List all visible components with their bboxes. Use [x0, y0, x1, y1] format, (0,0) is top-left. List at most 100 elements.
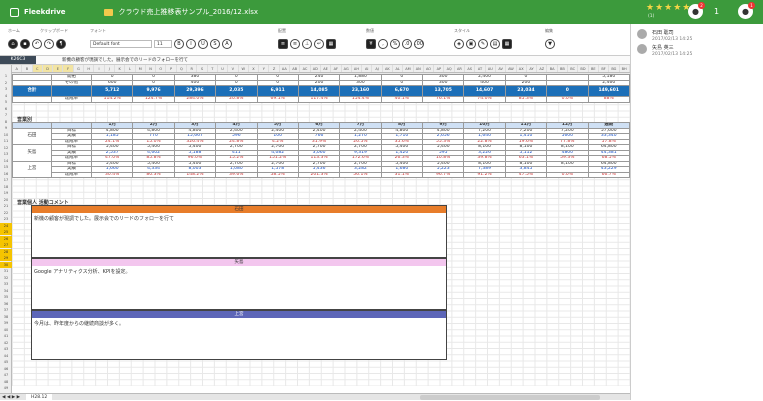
- table-cell[interactable]: 達成率: [50, 96, 93, 103]
- column-header[interactable]: T: [208, 65, 218, 72]
- row-header[interactable]: 2: [0, 80, 12, 86]
- row-header[interactable]: 18: [0, 184, 12, 190]
- row-header[interactable]: 1: [0, 73, 12, 79]
- column-header[interactable]: C: [32, 65, 43, 72]
- pen-icon[interactable]: ✎: [478, 38, 488, 49]
- column-header[interactable]: AH: [352, 65, 363, 72]
- table-cell[interactable]: 58.5%: [256, 171, 299, 178]
- column-header[interactable]: BB: [558, 65, 569, 72]
- column-header[interactable]: O: [156, 65, 167, 72]
- table-cell[interactable]: 80.3%: [132, 171, 175, 178]
- row-header[interactable]: 30: [0, 261, 12, 268]
- comment-box-yajima[interactable]: 矢島 Google アナリティクス分析、KPIを設定。: [31, 258, 447, 310]
- table-cell[interactable]: 154.4%: [339, 96, 382, 103]
- wrap-icon[interactable]: ↵: [314, 38, 324, 49]
- paint-format-icon[interactable]: ¶: [56, 38, 66, 49]
- row-header[interactable]: 10: [0, 132, 12, 138]
- row-header[interactable]: 4: [0, 93, 12, 99]
- table-cell[interactable]: [50, 85, 93, 97]
- row-header[interactable]: 6: [0, 106, 12, 112]
- table-cell[interactable]: 23,034: [504, 85, 548, 97]
- bold-icon[interactable]: B: [174, 38, 184, 49]
- row-header[interactable]: 38: [0, 314, 12, 320]
- row-header[interactable]: 44: [0, 353, 12, 359]
- table-cell[interactable]: 合計: [12, 85, 52, 97]
- column-header[interactable]: BE: [589, 65, 599, 72]
- column-header[interactable]: U: [218, 65, 229, 72]
- cell-style-icon[interactable]: ▦: [502, 38, 512, 49]
- table-cell[interactable]: 85.3%: [504, 96, 548, 103]
- decimal-icon[interactable]: .0: [402, 38, 412, 49]
- column-header[interactable]: AP: [434, 65, 445, 72]
- strike-icon[interactable]: S: [210, 38, 220, 49]
- column-header[interactable]: AD: [311, 65, 321, 72]
- table-cell[interactable]: 40.1%: [380, 96, 424, 103]
- table-cell[interactable]: 148.2%: [173, 171, 217, 178]
- column-header[interactable]: K: [115, 65, 126, 72]
- table-cell[interactable]: 13,705: [421, 85, 465, 97]
- row-header[interactable]: 47: [0, 372, 12, 378]
- column-header[interactable]: BC: [568, 65, 579, 72]
- column-header[interactable]: BD: [578, 65, 589, 72]
- column-header[interactable]: AL: [393, 65, 404, 72]
- side-comment[interactable]: 石田 聡司 2017/02/13 14:25: [637, 29, 692, 42]
- row-header[interactable]: 3: [0, 86, 12, 92]
- row-header[interactable]: 35: [0, 294, 12, 300]
- column-header[interactable]: AM: [403, 65, 414, 72]
- table-cell[interactable]: 達成率: [50, 171, 93, 178]
- table-cell[interactable]: 91.2%: [463, 171, 506, 178]
- column-header[interactable]: AE: [321, 65, 332, 72]
- cell-reference[interactable]: K26C3: [0, 56, 36, 64]
- column-header[interactable]: P: [166, 65, 177, 72]
- person-name[interactable]: 矢島: [12, 144, 52, 162]
- row-header[interactable]: 16: [0, 171, 12, 177]
- column-header[interactable]: J: [105, 65, 115, 72]
- column-header[interactable]: AU: [486, 65, 496, 72]
- row-header[interactable]: 42: [0, 340, 12, 346]
- table-cell[interactable]: 6,670: [380, 85, 424, 97]
- row-header[interactable]: 25: [0, 229, 12, 235]
- currency-icon[interactable]: ¥: [366, 38, 376, 49]
- row-header[interactable]: 7: [0, 112, 12, 118]
- column-header[interactable]: AZ: [537, 65, 548, 72]
- column-header[interactable]: AY: [527, 65, 538, 72]
- column-header[interactable]: I: [94, 65, 105, 72]
- table-cell[interactable]: 14,085: [297, 85, 341, 97]
- row-header[interactable]: 21: [0, 203, 12, 209]
- save-icon[interactable]: ▪: [20, 38, 30, 49]
- undo-icon[interactable]: ↶: [32, 38, 42, 49]
- column-header[interactable]: AI: [362, 65, 373, 72]
- table-cell[interactable]: 69.1%: [256, 96, 299, 103]
- person-name[interactable]: 上宮: [12, 160, 52, 178]
- column-header[interactable]: AJ: [372, 65, 383, 72]
- column-header[interactable]: AA: [280, 65, 291, 72]
- column-header[interactable]: M: [136, 65, 146, 72]
- comma-icon[interactable]: ,: [378, 38, 388, 49]
- column-header[interactable]: AX: [517, 65, 527, 72]
- underline-icon[interactable]: U: [198, 38, 208, 49]
- column-header[interactable]: G: [74, 65, 85, 72]
- column-header[interactable]: F: [63, 65, 74, 72]
- column-header[interactable]: AT: [475, 65, 486, 72]
- comment-box-uemiya[interactable]: 上宮 今月は、昨年度からの継続商談が多く。: [31, 310, 447, 360]
- column-header[interactable]: AC: [300, 65, 311, 72]
- row-header[interactable]: 34: [0, 288, 12, 294]
- row-header[interactable]: 43: [0, 346, 12, 352]
- column-header[interactable]: W: [239, 65, 249, 72]
- table-cell[interactable]: 20.8%: [215, 96, 258, 103]
- row-header[interactable]: 49: [0, 385, 12, 391]
- column-header[interactable]: AK: [383, 65, 393, 72]
- column-header[interactable]: AR: [455, 65, 466, 72]
- column-header[interactable]: V: [228, 65, 239, 72]
- table-cell[interactable]: 114.2%: [90, 96, 134, 103]
- table-cell[interactable]: 47.5%: [504, 171, 548, 178]
- fill-color-icon[interactable]: ◈: [454, 38, 464, 49]
- formula-input[interactable]: 新機の顧客が現調でした。展示会でのリードのフォローを行て: [62, 57, 188, 63]
- table-cell[interactable]: 39.6%: [215, 171, 258, 178]
- column-header[interactable]: AQ: [444, 65, 455, 72]
- row-header[interactable]: 48: [0, 379, 12, 385]
- row-header[interactable]: 13: [0, 151, 12, 157]
- horizontal-scrollbar[interactable]: [420, 395, 600, 400]
- table-cell[interactable]: 9,976: [132, 85, 175, 97]
- align-top-icon[interactable]: ⊥: [302, 38, 312, 49]
